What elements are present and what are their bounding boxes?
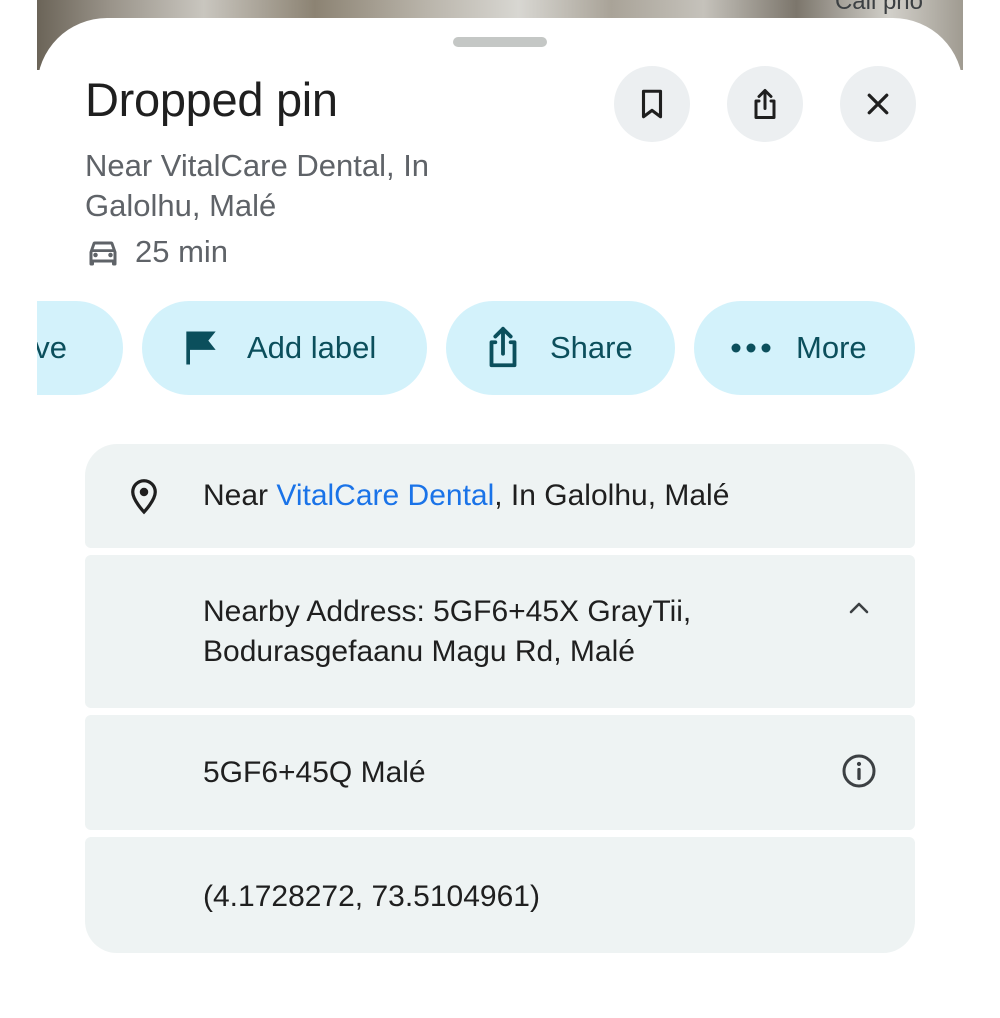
add-label-chip[interactable]: Add label	[142, 301, 427, 395]
coordinates-row[interactable]: (4.1728272, 73.5104961)	[85, 837, 915, 953]
map-label: Call pho	[834, 0, 923, 15]
nearby-address-line2: Bodurasgefaanu Magu Rd, Malé	[203, 635, 635, 668]
place-title: Dropped pin	[85, 73, 338, 126]
more-chip[interactable]: More	[694, 301, 915, 395]
add-label-chip-label: Add label	[247, 330, 377, 365]
save-chip[interactable]: ave	[37, 301, 123, 395]
nearby-address-text: Nearby Address: 5GF6+45X GrayTii, Bodura…	[203, 592, 691, 672]
share-icon	[489, 326, 517, 368]
location-pin-icon	[131, 479, 157, 515]
location-prefix: Near	[203, 479, 277, 512]
bookmark-icon	[641, 89, 663, 119]
car-icon	[89, 241, 117, 266]
drag-handle[interactable]	[453, 37, 547, 47]
share-button[interactable]	[727, 66, 803, 142]
location-row[interactable]: Near VitalCare Dental, In Galolhu, Malé	[85, 444, 915, 548]
action-chips-row[interactable]: ave Add label Share More	[37, 301, 963, 397]
more-chip-label: More	[796, 330, 867, 365]
location-suffix: , In Galolhu, Malé	[494, 479, 730, 512]
save-chip-label: ave	[37, 330, 67, 365]
nearby-address-row[interactable]: Nearby Address: 5GF6+45X GrayTii, Bodura…	[85, 555, 915, 708]
place-subtitle: Near VitalCare Dental, In Galolhu, Malé	[85, 148, 430, 223]
nearby-place-link[interactable]: VitalCare Dental	[276, 479, 494, 512]
travel-time[interactable]: 25 min	[85, 234, 228, 270]
share-chip-label: Share	[550, 330, 633, 365]
close-icon	[867, 93, 889, 115]
info-icon[interactable]	[841, 753, 877, 789]
plus-code-text: 5GF6+45Q Malé	[203, 756, 426, 789]
more-horiz-icon	[731, 343, 771, 353]
save-button[interactable]	[614, 66, 690, 142]
nearby-address-line1: Nearby Address: 5GF6+45X GrayTii,	[203, 595, 692, 628]
flag-icon	[186, 331, 216, 365]
chevron-up-icon[interactable]	[845, 599, 873, 617]
location-text: Near VitalCare Dental, In Galolhu, Malé	[203, 476, 729, 516]
plus-code-row[interactable]: 5GF6+45Q Malé	[85, 715, 915, 830]
close-button[interactable]	[840, 66, 916, 142]
share-icon	[754, 89, 776, 119]
share-chip[interactable]: Share	[446, 301, 675, 395]
coordinates-text: (4.1728272, 73.5104961)	[203, 880, 540, 913]
travel-time-label: 25 min	[135, 234, 229, 269]
